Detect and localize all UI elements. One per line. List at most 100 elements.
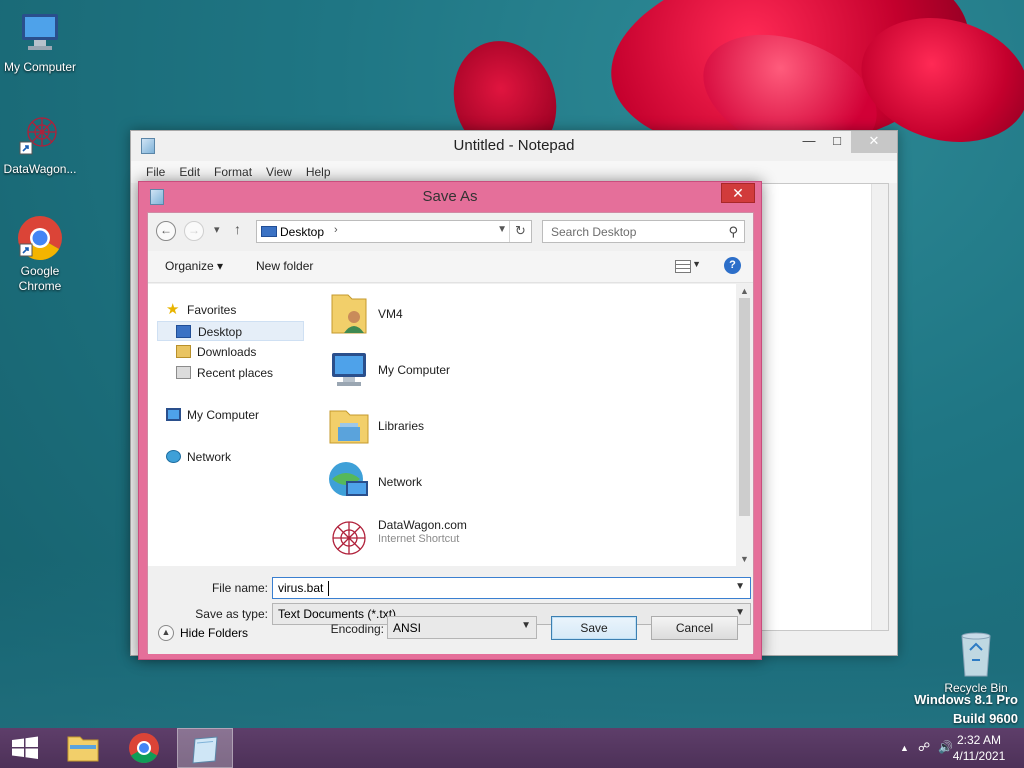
notepad-menubar: File Edit Format View Help	[131, 161, 897, 183]
scroll-thumb[interactable]	[739, 298, 750, 516]
hide-folders-label: Hide Folders	[180, 626, 249, 640]
file-name-dropdown-icon[interactable]: ▼	[735, 581, 745, 592]
encoding-select[interactable]: ANSI ▼	[387, 616, 537, 639]
dialog-close-button[interactable]: ✕	[721, 183, 755, 203]
taskbar-file-explorer[interactable]	[56, 728, 112, 768]
address-location[interactable]: Desktop	[280, 225, 324, 239]
internet-shortcut-icon	[332, 521, 366, 555]
os-watermark: Windows 8.1 Pro Build 9600	[914, 690, 1018, 728]
help-icon[interactable]: ?	[724, 257, 741, 274]
search-icon[interactable]: ⚲	[728, 224, 738, 240]
desktop-icon-datawagon[interactable]: DataWagon...	[0, 112, 80, 177]
save-as-dialog: Save As ✕ ← → ▾ ↑ Desktop › ▼ ↻ Search D…	[138, 181, 762, 660]
chrome-icon	[129, 733, 159, 764]
clock-time: 2:32 AM	[956, 733, 1002, 747]
notepad-icon	[141, 138, 155, 154]
nav-favorites[interactable]: ★ Favorites	[148, 300, 304, 320]
new-folder-button[interactable]: New folder	[256, 259, 313, 273]
nav-network[interactable]: Network	[148, 447, 304, 467]
file-item-network[interactable]: Network	[326, 457, 716, 507]
save-button[interactable]: Save	[551, 616, 637, 640]
menu-format[interactable]: Format	[207, 161, 259, 183]
file-item-libraries[interactable]: Libraries	[326, 401, 716, 451]
computer-icon	[166, 408, 181, 421]
change-view-icon[interactable]	[675, 260, 691, 273]
save-form: File name: virus.bat ▼ Save as type: Tex…	[148, 567, 753, 654]
watermark-build: Build 9600	[952, 711, 1018, 726]
recycle-bin-icon	[961, 632, 991, 677]
computer-icon	[332, 353, 366, 386]
minimize-button[interactable]: —	[795, 131, 823, 153]
organize-button[interactable]: Organize ▾	[165, 259, 223, 273]
command-bar: Organize ▾ New folder ▼ ?	[148, 251, 753, 283]
file-name-input[interactable]: virus.bat ▼	[272, 577, 751, 599]
libraries-folder-icon	[329, 410, 369, 444]
watermark-edition: Windows 8.1 Pro	[914, 692, 1018, 707]
dialog-title: Save As	[422, 188, 478, 205]
desktop-folder-icon	[261, 226, 277, 237]
nav-my-computer[interactable]: My Computer	[148, 405, 304, 425]
file-name: DataWagon.com	[378, 518, 467, 532]
dialog-body: ← → ▾ ↑ Desktop › ▼ ↻ Search Desktop ⚲ O…	[147, 212, 754, 654]
network-icon	[329, 462, 368, 496]
search-box[interactable]: Search Desktop ⚲	[542, 220, 745, 243]
downloads-folder-icon	[176, 345, 191, 358]
notepad-icon	[150, 189, 164, 205]
start-button[interactable]	[0, 728, 56, 768]
maximize-button[interactable]: □	[823, 131, 851, 153]
close-button[interactable]: ✕	[851, 131, 897, 153]
file-item-my-computer[interactable]: My Computer	[326, 345, 716, 395]
nav-label: Downloads	[197, 345, 257, 359]
recent-locations-dropdown[interactable]: ▾	[214, 223, 220, 236]
taskbar-chrome[interactable]	[116, 728, 172, 768]
desktop-icon-my-computer[interactable]: My Computer	[0, 10, 80, 75]
text-caret	[328, 581, 329, 596]
desktop-folder-icon	[176, 325, 191, 338]
file-name: Libraries	[378, 419, 425, 433]
system-clock[interactable]: 2:32 AM 4/11/2021	[948, 732, 1010, 764]
show-hidden-icons-button[interactable]: ▲	[900, 743, 909, 753]
star-icon: ★	[166, 301, 180, 318]
network-status-icon[interactable]: ☍	[918, 740, 930, 754]
chevron-up-icon: ▲	[158, 625, 174, 641]
menu-help[interactable]: Help	[299, 161, 338, 183]
file-name: VM4	[378, 307, 403, 321]
nav-label: Network	[187, 450, 232, 464]
desktop-icon-recycle-bin[interactable]: Recycle Bin	[940, 630, 1012, 695]
nav-label: Desktop	[198, 325, 243, 339]
file-name-label: File name:	[211, 581, 268, 595]
file-name-value[interactable]: virus.bat	[278, 581, 323, 595]
view-options-dropdown[interactable]: ▼	[692, 259, 701, 269]
menu-edit[interactable]: Edit	[172, 161, 207, 183]
desktop-icon-google-chrome[interactable]: Google Chrome	[0, 214, 80, 294]
desktop-icon-label: Google Chrome	[18, 264, 62, 293]
file-item-datawagon[interactable]: DataWagon.com Internet Shortcut	[326, 513, 716, 563]
datawagon-shortcut-icon	[16, 112, 64, 160]
nav-desktop[interactable]: Desktop	[157, 321, 304, 341]
encoding-value: ANSI	[393, 621, 422, 635]
breadcrumb-chevron-icon[interactable]: ›	[334, 224, 338, 236]
nav-recent-places[interactable]: Recent places	[148, 363, 304, 383]
address-dropdown-icon[interactable]: ▼	[497, 224, 507, 235]
up-folder-button[interactable]: ↑	[234, 221, 241, 237]
encoding-dropdown-icon[interactable]: ▼	[521, 620, 531, 631]
recent-places-icon	[176, 366, 191, 379]
back-button[interactable]: ←	[156, 221, 176, 241]
dialog-titlebar[interactable]: Save As ✕	[139, 182, 761, 212]
taskbar-notepad[interactable]	[177, 728, 233, 768]
menu-view[interactable]: View	[259, 161, 299, 183]
file-list-scrollbar[interactable]: ▲ ▼	[736, 284, 753, 566]
scroll-up-icon[interactable]: ▲	[740, 286, 749, 296]
cancel-button[interactable]: Cancel	[651, 616, 738, 640]
forward-button[interactable]: →	[184, 221, 204, 241]
nav-downloads[interactable]: Downloads	[148, 342, 304, 362]
notepad-titlebar[interactable]: Untitled - Notepad — □ ✕	[131, 131, 897, 161]
notepad-scrollbar[interactable]	[871, 184, 888, 630]
refresh-button[interactable]: ↻	[509, 221, 531, 242]
menu-file[interactable]: File	[139, 161, 172, 183]
scroll-down-icon[interactable]: ▼	[740, 554, 749, 564]
file-item-vm4[interactable]: VM4	[326, 289, 716, 339]
address-bar[interactable]: Desktop › ▼ ↻	[256, 220, 532, 243]
save-type-label: Save as type:	[195, 607, 268, 621]
file-explorer-icon	[67, 736, 99, 762]
